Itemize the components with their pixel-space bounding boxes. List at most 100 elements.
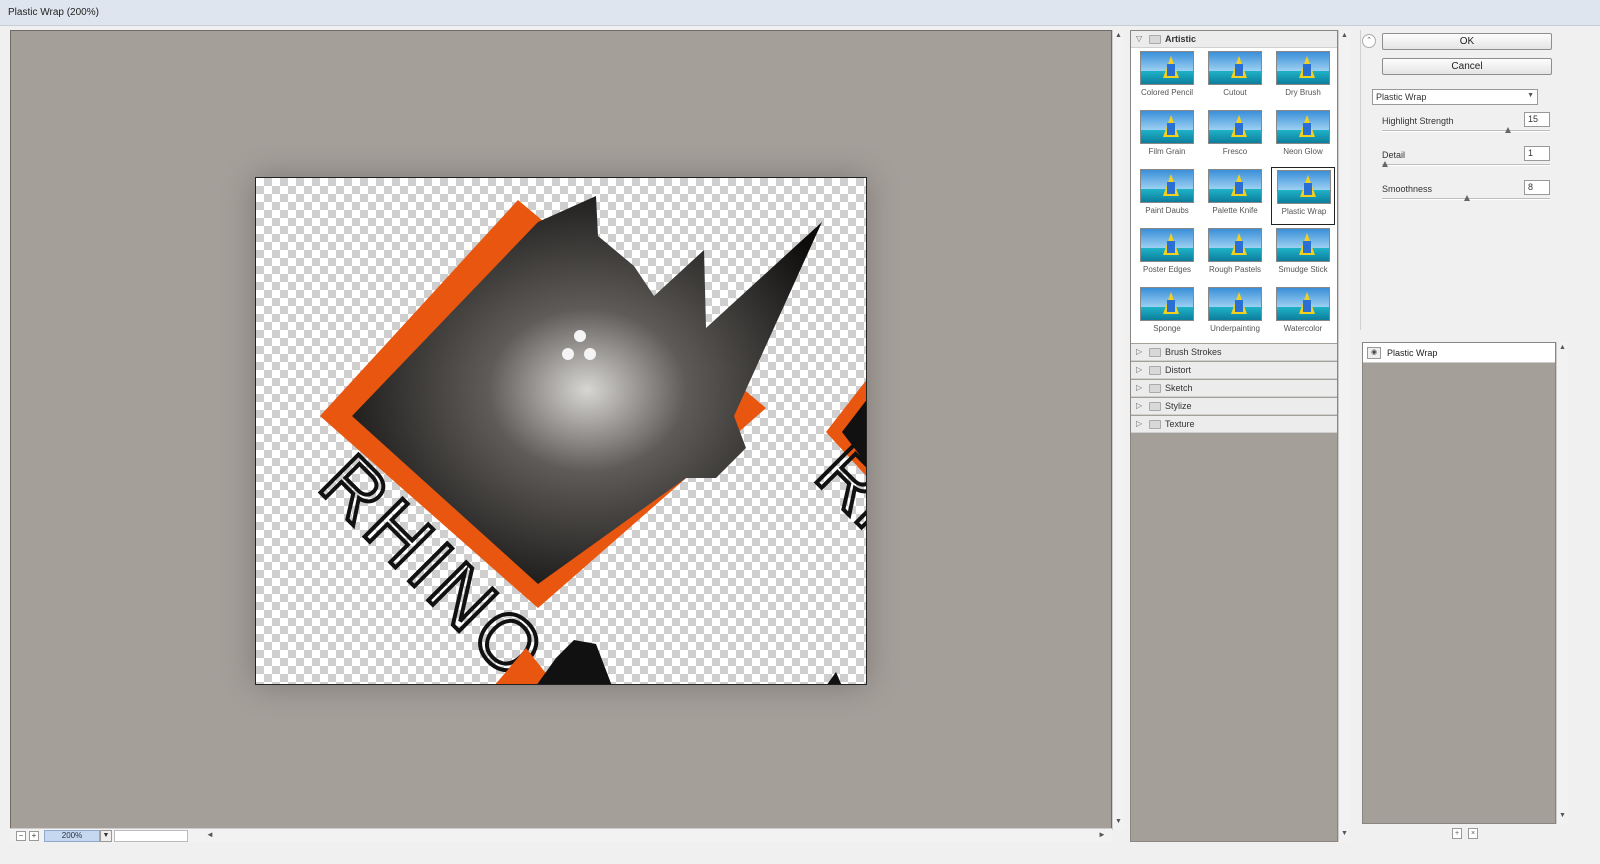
category-folder[interactable]: ▷ Sketch bbox=[1131, 380, 1337, 397]
filter-thumb[interactable]: Cutout bbox=[1203, 49, 1267, 107]
filter-thumb[interactable]: Poster Edges bbox=[1135, 226, 1199, 284]
param-value-input[interactable]: 8 bbox=[1524, 180, 1550, 195]
scroll-down-icon[interactable]: ▼ bbox=[1341, 830, 1348, 837]
collapsed-icon: ▷ bbox=[1136, 365, 1143, 374]
filter-thumb[interactable]: Watercolor bbox=[1271, 285, 1335, 343]
folder-icon bbox=[1149, 35, 1161, 44]
folder-icon bbox=[1149, 366, 1161, 375]
filter-thumbnail-image bbox=[1276, 110, 1330, 144]
filter-gallery: ▽ Artistic Colored Pencil Cutout Dry Brush… bbox=[1130, 30, 1338, 842]
filter-thumb[interactable]: Dry Brush bbox=[1271, 49, 1335, 107]
effect-layer-name: Plastic Wrap bbox=[1387, 348, 1438, 358]
scroll-down-icon[interactable]: ▼ bbox=[1115, 818, 1122, 825]
filter-thumb[interactable]: Plastic Wrap bbox=[1271, 167, 1335, 225]
param-slider[interactable] bbox=[1382, 164, 1550, 166]
filter-thumb[interactable]: Underpainting bbox=[1203, 285, 1267, 343]
filter-thumb[interactable]: Paint Daubs bbox=[1135, 167, 1199, 225]
filter-thumb-label: Dry Brush bbox=[1285, 88, 1321, 97]
filter-thumb[interactable]: Rough Pastels bbox=[1203, 226, 1267, 284]
folder-icon bbox=[1149, 384, 1161, 393]
preview-vertical-scrollbar[interactable]: ▲ ▼ bbox=[1112, 30, 1124, 830]
title-bar: Plastic Wrap (200%) bbox=[0, 0, 1600, 26]
artistic-panel: ▽ Artistic Colored Pencil Cutout Dry Brush… bbox=[1131, 31, 1337, 343]
filter-thumb[interactable]: Sponge bbox=[1135, 285, 1199, 343]
slider-knob[interactable] bbox=[1464, 195, 1470, 201]
folder-icon bbox=[1149, 348, 1161, 357]
filter-thumbnail-image bbox=[1208, 110, 1262, 144]
filter-thumbnail-image bbox=[1140, 169, 1194, 203]
new-layer-icon[interactable]: + bbox=[1452, 828, 1462, 839]
collapsed-icon: ▷ bbox=[1136, 383, 1143, 392]
filter-thumb[interactable]: Fresco bbox=[1203, 108, 1267, 166]
filter-thumb-label: Underpainting bbox=[1210, 324, 1260, 333]
collapsed-icon: ▷ bbox=[1136, 347, 1143, 356]
filter-thumbnail-image bbox=[1208, 169, 1262, 203]
zoom-bar: − + 200% ▼ ◄ ► bbox=[10, 828, 1112, 842]
category-artistic[interactable]: ▽ Artistic bbox=[1131, 31, 1337, 48]
effect-layer[interactable]: ◉ Plastic Wrap bbox=[1363, 343, 1555, 363]
collapse-icon[interactable]: ⌃ bbox=[1362, 34, 1376, 48]
svg-text:RH: RH bbox=[800, 428, 867, 570]
filter-thumb-label: Paint Daubs bbox=[1145, 206, 1189, 215]
filter-thumb[interactable]: Neon Glow bbox=[1271, 108, 1335, 166]
filter-thumbnail-image bbox=[1276, 228, 1330, 262]
preview-canvas: RHINO RH bbox=[255, 177, 867, 685]
category-folder[interactable]: ▷ Texture bbox=[1131, 416, 1337, 433]
filter-thumbnail-image bbox=[1208, 228, 1262, 262]
scroll-up-icon[interactable]: ▲ bbox=[1115, 32, 1122, 39]
category-label: Brush Strokes bbox=[1165, 347, 1222, 357]
filter-thumb[interactable]: Smudge Stick bbox=[1271, 226, 1335, 284]
zoom-level[interactable]: 200% bbox=[44, 830, 100, 842]
layers-scrollbar[interactable]: ▲ ▼ bbox=[1556, 342, 1568, 824]
scroll-down-icon[interactable]: ▼ bbox=[1559, 812, 1566, 819]
param-row: Detail 1 bbox=[1382, 146, 1552, 180]
zoom-dropdown-icon[interactable]: ▼ bbox=[100, 830, 112, 842]
horizontal-scroll-track[interactable] bbox=[114, 830, 188, 842]
collapsed-icon: ▷ bbox=[1136, 401, 1143, 410]
expanded-icon: ▽ bbox=[1136, 34, 1143, 43]
zoom-in-button[interactable]: + bbox=[29, 831, 39, 841]
filter-thumbnail-image bbox=[1276, 51, 1330, 85]
slider-knob[interactable] bbox=[1505, 127, 1511, 133]
category-folder[interactable]: ▷ Brush Strokes bbox=[1131, 344, 1337, 361]
ok-button[interactable]: OK bbox=[1382, 33, 1552, 50]
category-folder[interactable]: ▷ Distort bbox=[1131, 362, 1337, 379]
filter-select[interactable]: Plastic Wrap ▼ bbox=[1372, 89, 1538, 105]
category-folder[interactable]: ▷ Stylize bbox=[1131, 398, 1337, 415]
chevron-down-icon: ▼ bbox=[1527, 92, 1534, 99]
trash-icon[interactable]: × bbox=[1468, 828, 1478, 839]
zoom-out-button[interactable]: − bbox=[16, 831, 26, 841]
collapsed-icon: ▷ bbox=[1136, 419, 1143, 428]
folder-icon bbox=[1149, 402, 1161, 411]
scroll-left-icon[interactable]: ◄ bbox=[206, 830, 214, 839]
scroll-up-icon[interactable]: ▲ bbox=[1341, 32, 1348, 39]
cancel-button[interactable]: Cancel bbox=[1382, 58, 1552, 75]
folder-icon bbox=[1149, 420, 1161, 429]
scroll-up-icon[interactable]: ▲ bbox=[1559, 344, 1566, 351]
param-value-input[interactable]: 15 bbox=[1524, 112, 1550, 127]
filter-thumb-label: Neon Glow bbox=[1283, 147, 1323, 156]
filter-thumb-label: Colored Pencil bbox=[1140, 88, 1194, 97]
preview-area[interactable]: RHINO RH bbox=[10, 30, 1112, 830]
slider-knob[interactable] bbox=[1382, 161, 1388, 167]
filter-thumb-label: Rough Pastels bbox=[1208, 265, 1262, 274]
param-row: Highlight Strength 15 bbox=[1382, 112, 1552, 146]
filter-thumbnail-image bbox=[1208, 287, 1262, 321]
filter-thumb-label: Watercolor bbox=[1283, 324, 1323, 333]
param-slider[interactable] bbox=[1382, 130, 1550, 132]
filter-thumb-label: Fresco bbox=[1222, 147, 1248, 156]
filter-thumb[interactable]: Palette Knife bbox=[1203, 167, 1267, 225]
filter-thumb[interactable]: Colored Pencil bbox=[1135, 49, 1199, 107]
param-value-input[interactable]: 1 bbox=[1524, 146, 1550, 161]
filter-thumb-label: Cutout bbox=[1223, 88, 1247, 97]
scroll-right-icon[interactable]: ► bbox=[1098, 830, 1106, 839]
gallery-scrollbar[interactable]: ▲ ▼ bbox=[1338, 30, 1350, 842]
filter-thumbnail-image bbox=[1208, 51, 1262, 85]
filter-thumb[interactable]: Film Grain bbox=[1135, 108, 1199, 166]
category-label: Sketch bbox=[1165, 383, 1193, 393]
filter-thumb-label: Poster Edges bbox=[1142, 265, 1192, 274]
filter-thumbnail-image bbox=[1276, 287, 1330, 321]
filter-thumbnail-image bbox=[1140, 110, 1194, 144]
effect-layers-panel: ◉ Plastic Wrap bbox=[1362, 342, 1556, 824]
eye-icon[interactable]: ◉ bbox=[1367, 347, 1381, 359]
